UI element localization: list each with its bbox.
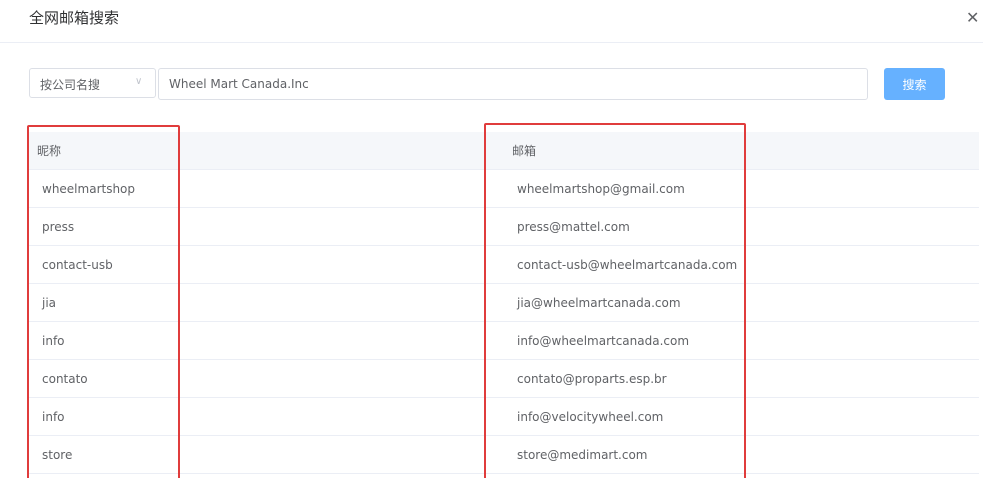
table-row[interactable]: store store@medimart.com <box>29 435 979 474</box>
cell-email: jia@wheelmartcanada.com <box>504 283 979 322</box>
cell-email: press@mattel.com <box>504 207 979 246</box>
email-text: wheelmartshop@gmail.com <box>517 181 685 196</box>
cell-email: contato@proparts.esp.br <box>504 359 979 398</box>
cell-name: jia <box>29 283 504 322</box>
table-row[interactable]: contact-usb contact-usb@wheelmartcanada.c… <box>29 245 979 284</box>
cell-email: info@velocitywheel.com <box>504 397 979 436</box>
header-name: 昵称 <box>29 132 504 170</box>
dialog-title: 全网邮箱搜索 <box>29 9 120 27</box>
table-row[interactable]: info info@velocitywheel.com <box>29 397 979 436</box>
cell-name: info <box>29 397 504 436</box>
header-name-label: 昵称 <box>37 144 62 158</box>
email-text: contact-usb@wheelmartcanada.com <box>517 257 738 272</box>
table-row[interactable]: contato contato@proparts.esp.br <box>29 359 979 398</box>
email-text: info@velocitywheel.com <box>517 409 664 424</box>
name-text: jia <box>42 295 57 310</box>
cell-email: store@medimart.com <box>504 435 979 474</box>
cell-name: contato <box>29 359 504 398</box>
header-email: 邮箱 <box>504 132 979 170</box>
table-row[interactable]: jia jia@wheelmartcanada.com <box>29 283 979 322</box>
cell-email: contact-usb@wheelmartcanada.com <box>504 245 979 284</box>
name-text: info <box>42 409 65 424</box>
email-text: jia@wheelmartcanada.com <box>517 295 681 310</box>
search-type-label: 按公司名搜 <box>40 78 101 92</box>
name-text: contact-usb <box>42 257 113 272</box>
search-input[interactable] <box>158 68 868 100</box>
table-row[interactable]: press press@mattel.com <box>29 207 979 246</box>
results-table: 昵称 邮箱 wheelmartshop wheelmartshop@gmail.c… <box>29 132 979 474</box>
header-email-label: 邮箱 <box>512 144 537 158</box>
cell-name: store <box>29 435 504 474</box>
email-text: press@mattel.com <box>517 219 630 234</box>
name-text: store <box>42 447 73 462</box>
cell-name: contact-usb <box>29 245 504 284</box>
chevron-down-icon: ∨ <box>135 76 143 87</box>
email-text: info@wheelmartcanada.com <box>517 333 690 348</box>
search-button[interactable]: 搜索 <box>884 68 945 100</box>
email-search-dialog: 全网邮箱搜索 ✕ 按公司名搜 ∨ 搜索 昵称 邮箱 wheelmartshopw… <box>0 0 983 478</box>
name-text: contato <box>42 371 88 386</box>
dialog-header: 全网邮箱搜索 ✕ <box>0 0 983 43</box>
table-row[interactable]: info info@wheelmartcanada.com <box>29 321 979 360</box>
cell-name: press <box>29 207 504 246</box>
name-text: press <box>42 219 75 234</box>
name-text: wheelmartshop <box>42 181 136 196</box>
table-body: wheelmartshop wheelmartshop@gmail.com pres… <box>29 169 979 474</box>
table-row[interactable]: wheelmartshop wheelmartshop@gmail.com <box>29 169 979 208</box>
cell-email: info@wheelmartcanada.com <box>504 321 979 360</box>
cell-name: info <box>29 321 504 360</box>
close-icon[interactable]: ✕ <box>966 8 979 27</box>
name-text: info <box>42 333 65 348</box>
email-text: store@medimart.com <box>517 447 648 462</box>
email-text: contato@proparts.esp.br <box>517 371 667 386</box>
cell-name: wheelmartshop <box>29 169 504 208</box>
search-type-select[interactable]: 按公司名搜 ∨ <box>29 68 156 98</box>
table-header-row: 昵称 邮箱 <box>29 132 979 170</box>
cell-email: wheelmartshop@gmail.com <box>504 169 979 208</box>
search-bar: 按公司名搜 ∨ 搜索 <box>29 68 945 100</box>
